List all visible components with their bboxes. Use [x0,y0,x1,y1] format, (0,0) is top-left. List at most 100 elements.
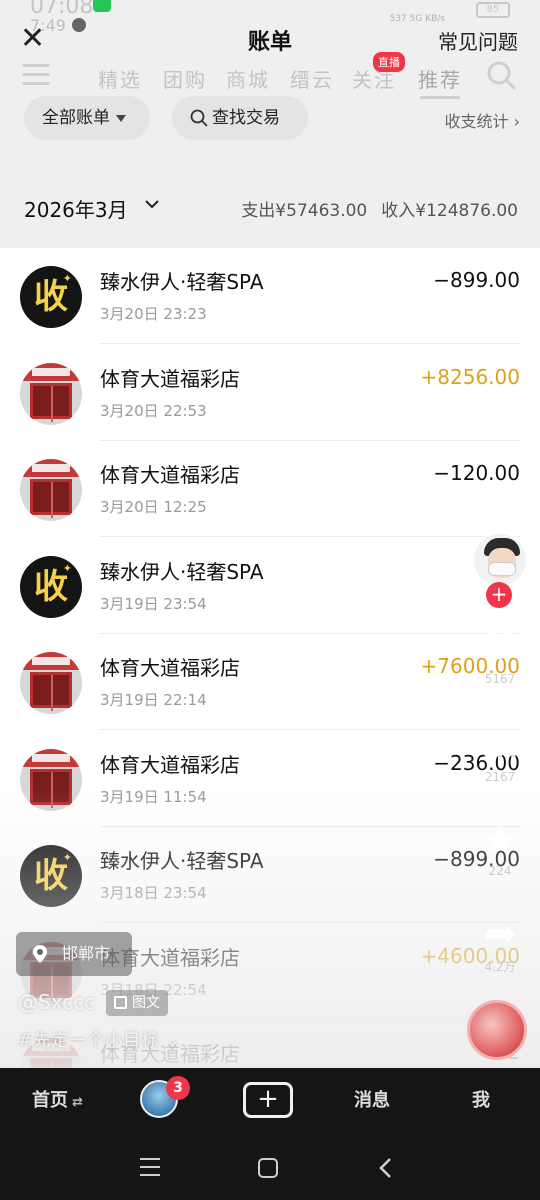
chevron-down-icon[interactable] [144,194,160,214]
merchant-avatar-spa: 收 ✦ [20,555,82,618]
faq-link[interactable]: 常见问题 [438,26,518,55]
follow-plus-button[interactable]: + [486,582,512,608]
merchant-name: 体育大道福彩店 [100,366,240,391]
location-chip[interactable]: 邯郸市 [16,932,132,976]
transaction-time: 3月19日 22:14 [100,691,207,709]
location-label: 邯郸市 [62,944,111,963]
comment-button[interactable]: … 2167 [472,724,528,784]
transaction-time: 3月18日 23:54 [100,884,207,902]
friends-badge: 3 [166,1076,190,1100]
location-pin-icon [33,945,47,963]
sparkle-icon: ✦ [62,561,72,575]
video-caption[interactable]: #先定一个小目标 ⌄ [18,1026,181,1051]
month-income: 收入¥124876.00 [381,201,518,221]
all-bills-label: 全部账单 [42,108,110,128]
merchant-name: 体育大道福彩店 [100,463,240,487]
merchant-avatar-lottery-shop [20,748,82,811]
share-button[interactable]: ➦ 4.2万 [472,912,528,975]
tab-tuangou[interactable]: 团购 [163,64,207,93]
transaction-row[interactable]: 体育大道福彩店 3月20日 22:53 +8256.00 [0,345,540,441]
transaction-row[interactable]: 收 ✦ 臻水伊人·轻奢SPA 3月20日 23:23 −899.00 [0,248,540,344]
switch-icon: ⇄ [72,1095,83,1110]
search-icon [190,109,208,127]
recent-apps-icon[interactable] [140,1158,160,1178]
transaction-time: 3月20日 22:53 [100,401,207,420]
creator-avatar[interactable] [472,532,528,588]
battery-icon: 85 [476,2,510,18]
chevron-down-icon: ⌄ [165,1031,181,1051]
chevron-right-icon: › [513,112,520,131]
nav-home[interactable]: 首页 ⇄ [32,1086,83,1112]
month-row: 2026年3月 支出¥57463.00 收入¥124876.00 [0,186,540,226]
month-selector[interactable]: 2026年3月 [24,194,128,223]
favorite-button[interactable]: ★ 224 [472,818,528,878]
live-badge: 直播 [373,52,405,72]
favorite-count: 224 [488,864,512,878]
transaction-row[interactable]: 体育大道福彩店 3月20日 12:25 −120.00 [0,441,540,537]
caret-down-icon [116,114,126,122]
back-icon[interactable] [376,1156,396,1180]
star-icon: ★ [482,817,518,863]
income-expense-stats-link[interactable]: 收支统计 › [444,108,520,132]
merchant-name: 臻水伊人·轻奢SPA [100,849,264,873]
share-count: 4.2万 [484,960,516,974]
merchant-name: 体育大道福彩店 [100,752,240,777]
merchant-avatar-spa: 收 ✦ [20,845,82,907]
transaction-row[interactable]: 收✦臻水伊人·轻奢SPA3月19日 23:54−8 [0,538,540,634]
system-nav [0,1140,540,1200]
merchant-avatar-lottery-shop [20,362,82,425]
month-expense: 支出¥57463.00 [241,201,368,221]
menu-icon[interactable] [22,64,50,86]
music-disc-icon[interactable] [467,1000,527,1060]
stats-label: 收支统计 [444,112,509,131]
tab-jinyun[interactable]: 缙云 [290,64,334,93]
comment-count: 2167 [484,770,516,784]
merchant-name: 臻水伊人·轻奢SPA [100,559,264,584]
tab-shangcheng[interactable]: 商城 [226,64,270,93]
filter-row: 全部账单 查找交易 收支统计 › [0,96,540,140]
transaction-time: 3月20日 23:23 [100,305,207,323]
transaction-row[interactable]: 体育大道福彩店 3月19日 11:54 −236.00 [0,731,540,827]
sparkle-icon: ✦ [62,272,72,285]
share-icon: ➦ [483,911,517,957]
like-count: 5167 [484,672,516,686]
bill-header: 07:08 7:49 537 5G KB/s 85 ✕ 账单 常见问题 精选 团… [0,0,540,250]
post-type-label: 图文 [132,995,160,1011]
tab-tuijian[interactable]: 推荐 [418,64,462,93]
author-name[interactable]: @Sxccc [18,990,95,1014]
title-row: ✕ 账单 常见问题 [0,22,540,58]
home-icon[interactable] [258,1158,278,1178]
nav-friends-avatar[interactable]: 3 [140,1076,190,1118]
search-transactions-button[interactable]: 查找交易 [172,96,308,140]
post-type-chip: 图文 [106,990,168,1016]
transaction-amount: +8256.00 [420,364,520,389]
merchant-name: 臻水伊人·轻奢SPA [100,270,264,294]
image-text-icon [114,996,127,1009]
bottom-nav: 首页 ⇄ 3 + 消息 我 [0,1068,540,1200]
transaction-amount: −899.00 [433,268,520,292]
search-label: 查找交易 [212,108,280,128]
transaction-time: 3月20日 12:25 [100,498,207,516]
tab-jingxuan[interactable]: 精选 [98,64,142,93]
merchant-avatar-lottery-shop [20,459,82,521]
transaction-time: 3月19日 11:54 [100,787,207,806]
video-feed-tabs: 精选 团购 商城 缙云 关注 直播 推荐 [0,52,540,99]
caption-text: #先定一个小目标 [18,1031,160,1051]
transaction-row[interactable]: 收 ✦ 臻水伊人·轻奢SPA 3月18日 23:54 −899.00 [0,827,540,923]
all-bills-dropdown[interactable]: 全部账单 [24,96,150,140]
heart-icon: ♥ [482,625,518,671]
create-plus-button[interactable]: + [243,1082,293,1118]
sparkle-icon: ✦ [62,851,72,864]
transaction-amount: −120.00 [433,461,520,485]
nav-messages[interactable]: 消息 [354,1086,390,1112]
search-icon[interactable] [486,60,516,90]
transaction-row[interactable]: 体育大道福彩店 3月19日 22:14 +7600.00 [0,634,540,730]
wechat-icon [93,0,111,12]
like-button[interactable]: ♥ 5167 [472,626,528,686]
nav-home-label: 首页 [32,1090,68,1111]
comment-icon: … [480,723,520,769]
transaction-time: 3月19日 23:54 [100,594,207,613]
merchant-avatar-spa: 收 ✦ [20,266,82,328]
merchant-name: 体育大道福彩店 [100,656,240,680]
nav-me[interactable]: 我 [472,1086,490,1112]
